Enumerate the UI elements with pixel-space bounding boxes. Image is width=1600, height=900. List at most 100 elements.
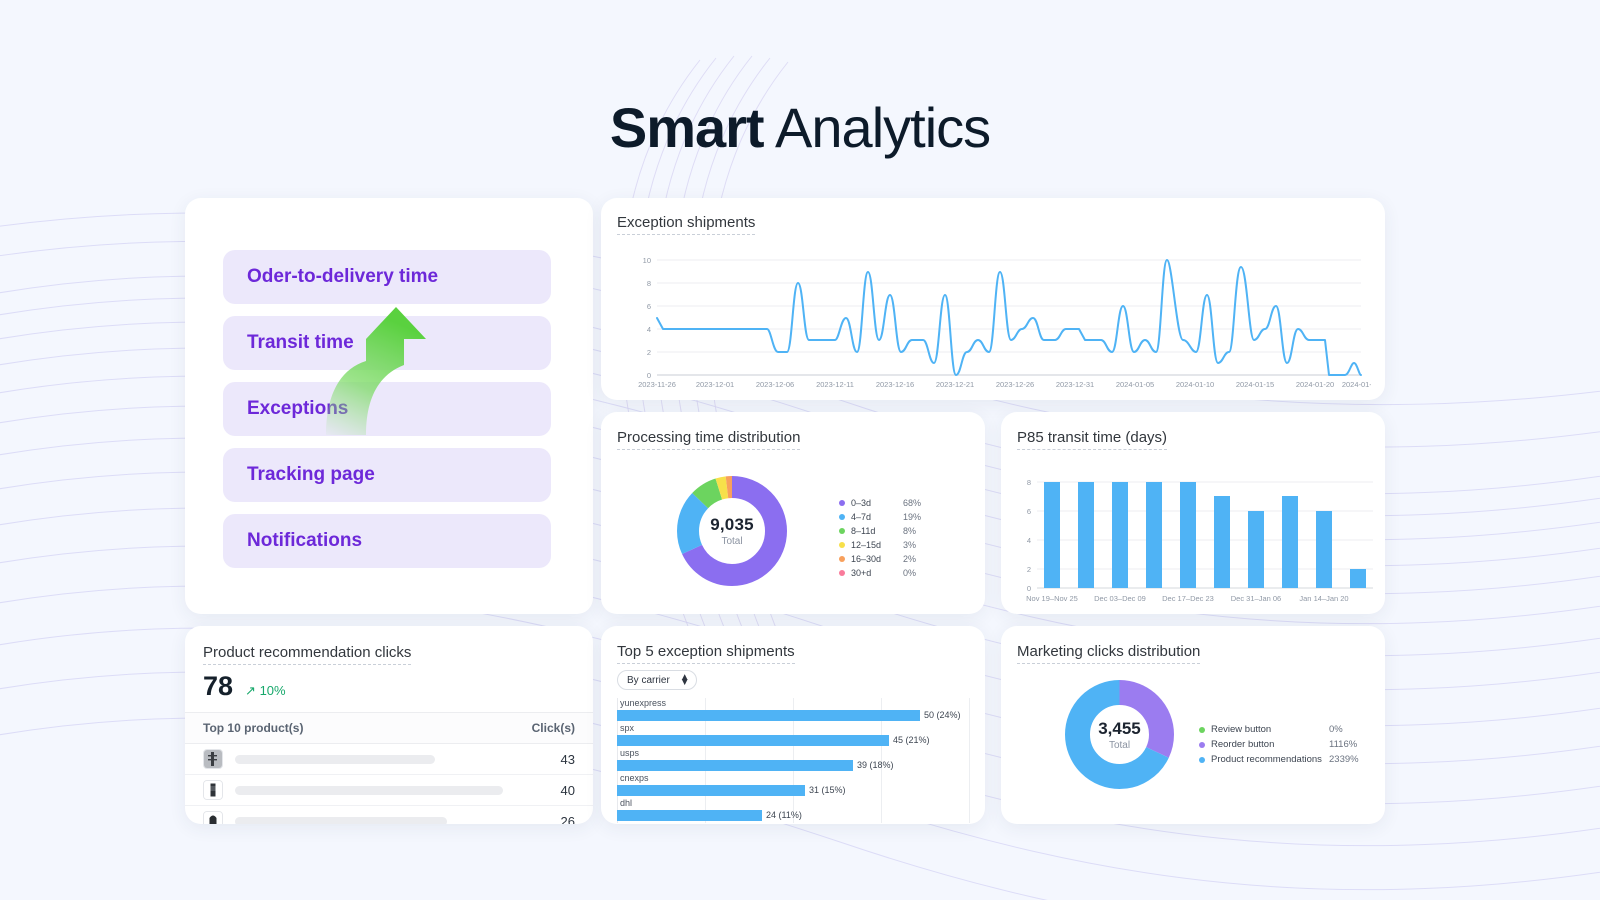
- legend-value: 8%: [903, 526, 917, 536]
- svg-text:2: 2: [1027, 565, 1031, 574]
- column-header-clicks: Click(s): [531, 721, 575, 735]
- carrier-select-value: By carrier: [627, 674, 670, 686]
- legend-color-dot: [1199, 726, 1205, 733]
- svg-text:2023-12-11: 2023-12-11: [816, 380, 854, 389]
- marketing-clicks-distribution-card: Marketing clicks distribution 3,455 Tota…: [1001, 626, 1385, 824]
- svg-text:Dec 03–Dec 09: Dec 03–Dec 09: [1094, 594, 1146, 603]
- card-title: Top 5 exception shipments: [617, 643, 795, 664]
- sidebar-item-order-to-delivery-time[interactable]: Oder-to-delivery time: [223, 250, 551, 304]
- bar: [617, 810, 762, 821]
- clicks-value: 26: [560, 813, 575, 825]
- dashboard-page: Smart Analytics Oder-to-delivery time Tr…: [0, 0, 1600, 900]
- legend-item: Reorder button 1116%: [1199, 737, 1359, 752]
- sidebar-item-tracking-page[interactable]: Tracking page: [223, 448, 551, 502]
- svg-text:2023-12-21: 2023-12-21: [936, 380, 974, 389]
- legend-item: 12–15d 3%: [839, 538, 921, 552]
- carrier-select[interactable]: By carrier ▲ ▼: [617, 670, 697, 690]
- top5-exception-shipments-card: Top 5 exception shipments By carrier ▲ ▼ …: [601, 626, 985, 824]
- table-header: Top 10 product(s) Click(s): [185, 712, 593, 744]
- legend-label: Product recommendations: [1211, 754, 1322, 765]
- svg-text:8: 8: [647, 279, 651, 288]
- svg-text:0: 0: [1027, 584, 1031, 593]
- legend-color-dot: [839, 570, 845, 576]
- processing-time-donut-chart: 9,035 Total: [673, 472, 791, 595]
- top5-horizontal-bar-chart: yunexpress 50 (24%) spx 45 (21%) usps 39…: [617, 698, 970, 823]
- card-header: Product recommendation clicks 78 ↗ 10%: [185, 626, 593, 702]
- page-title-rest: Analytics: [763, 96, 991, 159]
- svg-text:Nov 19–Nov 25: Nov 19–Nov 25: [1026, 594, 1078, 603]
- card-title: P85 transit time (days): [1017, 429, 1168, 450]
- donut-total-caption: Total: [1108, 739, 1131, 751]
- legend-label: Reorder button: [1211, 739, 1275, 750]
- svg-text:2: 2: [647, 348, 651, 357]
- bar: [617, 760, 853, 771]
- legend-color-dot: [839, 556, 845, 562]
- product-name-placeholder: [235, 754, 435, 764]
- marketing-clicks-donut-chart: 3,455 Total: [1063, 678, 1176, 796]
- metrics-menu: Oder-to-delivery time Transit time Excep…: [223, 250, 551, 580]
- bar: [617, 785, 805, 796]
- marketing-clicks-legend: Review button 0% Reorder button 1116% Pr…: [1199, 722, 1359, 767]
- legend-value: 19%: [903, 512, 922, 522]
- legend-label: 30+d: [851, 568, 872, 578]
- carrier-name: usps: [620, 748, 640, 758]
- bar-row: usps 39 (18%): [617, 748, 969, 773]
- legend-color-dot: [839, 514, 845, 520]
- bar-value-label: 45 (21%): [893, 735, 930, 745]
- sidebar-item-notifications[interactable]: Notifications: [223, 514, 551, 568]
- bar: [617, 710, 920, 721]
- svg-text:10: 10: [643, 256, 651, 265]
- sidebar-item-label: Exceptions: [247, 398, 349, 419]
- legend-item: 4–7d 19%: [839, 510, 921, 524]
- table-row[interactable]: 26: [185, 806, 593, 824]
- chevron-updown-icon: ▲ ▼: [679, 672, 690, 688]
- svg-text:2023-11-26: 2023-11-26: [638, 380, 676, 389]
- sidebar-item-label: Tracking page: [247, 464, 375, 485]
- legend-color-dot: [1199, 741, 1205, 748]
- legend-value: 68%: [903, 498, 922, 508]
- svg-text:Dec 17–Dec 23: Dec 17–Dec 23: [1162, 594, 1214, 603]
- product-name-placeholder: [235, 785, 503, 795]
- legend-color-dot: [1199, 756, 1205, 763]
- exception-shipments-card: Exception shipments 10 8 6 4 2 0 2023-11…: [601, 198, 1385, 400]
- legend-item: 30+d 0%: [839, 566, 921, 580]
- svg-text:2024-01-20: 2024-01-20: [1296, 380, 1334, 389]
- svg-text:2023-12-26: 2023-12-26: [996, 380, 1034, 389]
- svg-text:2023-12-06: 2023-12-06: [756, 380, 794, 389]
- table-row[interactable]: 40: [185, 775, 593, 806]
- svg-text:2024-01-10: 2024-01-10: [1176, 380, 1214, 389]
- sidebar-item-transit-time[interactable]: Transit time: [223, 316, 551, 370]
- svg-text:0: 0: [647, 371, 651, 380]
- legend-value: 0%: [903, 568, 917, 578]
- bar-row: yunexpress 50 (24%): [617, 698, 969, 723]
- p85-transit-time-card: P85 transit time (days) 8 6 4 2 0 Nov 19…: [1001, 412, 1385, 614]
- svg-text:4: 4: [1027, 536, 1031, 545]
- legend-value: 0%: [1329, 724, 1343, 735]
- legend-item: 0–3d 68%: [839, 496, 921, 510]
- headline-value: 78: [203, 671, 234, 701]
- legend-value: 3%: [903, 540, 917, 550]
- svg-text:6: 6: [647, 302, 651, 311]
- legend-label: 8–11d: [851, 526, 876, 536]
- p85-transit-time-bar-chart: 8 6 4 2 0 Nov 19–Nov 25 Dec 03–Dec 09 De…: [1026, 478, 1373, 603]
- legend-item: 16–30d 2%: [839, 552, 921, 566]
- metrics-menu-card: Oder-to-delivery time Transit time Excep…: [185, 198, 593, 614]
- legend-label: 0–3d: [851, 498, 872, 508]
- svg-text:4: 4: [647, 325, 651, 334]
- svg-text:8: 8: [1027, 478, 1031, 487]
- svg-text:2024-01-25: 2024-01-25: [1342, 380, 1371, 389]
- donut-center-label: 9,035 Total: [673, 472, 791, 590]
- sidebar-item-exceptions[interactable]: Exceptions: [223, 382, 551, 436]
- donut-total-value: 3,455: [1098, 718, 1141, 738]
- product-thumbnail: [203, 749, 223, 769]
- bar-value-label: 39 (18%): [857, 760, 894, 770]
- delta-badge: ↗ 10%: [245, 683, 286, 699]
- donut-center-label: 3,455 Total: [1063, 678, 1176, 791]
- legend-label: 16–30d: [851, 554, 882, 564]
- sidebar-item-label: Transit time: [247, 332, 354, 353]
- carrier-name: dhl: [620, 798, 633, 808]
- table-row[interactable]: 43: [185, 744, 593, 775]
- bar-value-label: 24 (11%): [766, 810, 802, 820]
- svg-text:Jan 14–Jan 20: Jan 14–Jan 20: [1299, 594, 1348, 603]
- arrow-up-right-icon: ↗: [245, 683, 256, 698]
